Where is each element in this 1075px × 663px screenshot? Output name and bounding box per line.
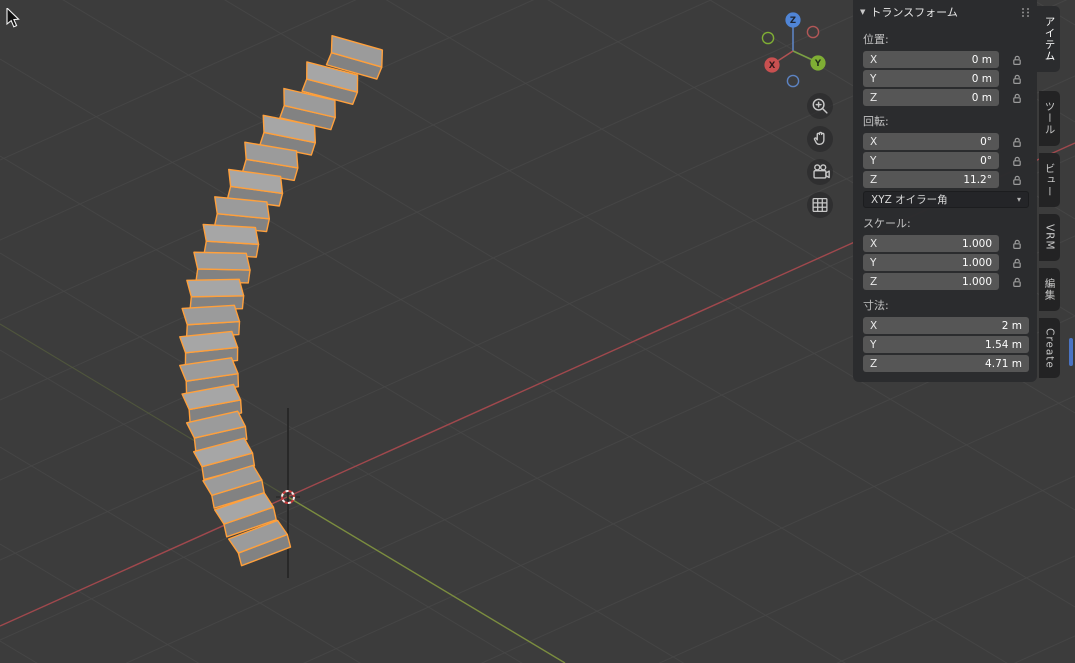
lock-icon[interactable] [1005, 172, 1029, 188]
dimensions-label: 寸法: [863, 299, 889, 312]
dimensions-y-row: Y 1.54 m [863, 336, 1029, 353]
gizmo-x-negative-ball[interactable] [806, 25, 820, 39]
transform-panel: ▼ トランスフォーム 位置: X 0 m Y 0 m Z 0 m 回転: X 0… [853, 0, 1037, 382]
scale-label: スケール: [863, 217, 911, 230]
scale-z-field[interactable]: Z 1.000 [863, 273, 999, 290]
scale-y-field[interactable]: Y 1.000 [863, 254, 999, 271]
field-value: 1.54 m [985, 338, 1022, 351]
field-value: 0 m [971, 91, 992, 104]
rotation-x-row: X 0° [863, 133, 1029, 150]
selected-object-stack[interactable] [179, 30, 388, 567]
panel-tab-strip: アイテム ツール ビュー VRM 編集 Create [1037, 0, 1075, 379]
lock-icon[interactable] [1005, 52, 1029, 68]
axis-letter: X [870, 237, 878, 250]
field-value: 1.000 [961, 256, 992, 269]
field-value: 0 m [971, 53, 992, 66]
field-value: 11.2° [963, 173, 992, 186]
rotation-label: 回転: [863, 115, 889, 128]
field-value: 0 m [971, 72, 992, 85]
rotation-y-field[interactable]: Y 0° [863, 152, 999, 169]
dimensions-x-row: X 2 m [863, 317, 1029, 334]
axis-letter: X [870, 135, 878, 148]
mouse-cursor [6, 8, 20, 28]
tab-view[interactable]: ビュー [1039, 152, 1060, 207]
lock-icon[interactable] [1005, 236, 1029, 252]
zoom-icon [812, 98, 828, 114]
tab-edit[interactable]: 編集 [1039, 267, 1060, 311]
gizmo-y-negative-ball[interactable] [761, 31, 775, 45]
rotation-z-field[interactable]: Z 11.2° [863, 171, 999, 188]
axis-letter: Z [870, 91, 878, 104]
rotation-mode-value: XYZ オイラー角 [871, 194, 948, 206]
lock-icon[interactable] [1005, 255, 1029, 271]
scrollbar-thumb[interactable] [1069, 338, 1073, 366]
collapse-chevron-icon[interactable]: ▼ [860, 8, 865, 16]
axis-letter: Y [870, 256, 877, 269]
lock-icon[interactable] [1005, 71, 1029, 87]
tab-tool[interactable]: ツール [1039, 91, 1060, 146]
field-value: 4.71 m [985, 357, 1022, 370]
chevron-down-icon: ▾ [1016, 194, 1021, 204]
field-value: 2 m [1001, 319, 1022, 332]
grid-ortho-button[interactable] [807, 192, 833, 218]
axis-letter: X [870, 53, 878, 66]
scale-y-row: Y 1.000 [863, 254, 1029, 271]
location-y-row: Y 0 m [863, 70, 1029, 87]
navigation-gizmo[interactable]: Z Y X [755, 6, 835, 92]
zoom-button[interactable] [807, 93, 833, 119]
scale-x-row: X 1.000 [863, 235, 1029, 252]
rotation-mode-dropdown[interactable]: XYZ オイラー角 ▾ [863, 191, 1029, 208]
axis-letter: Z [870, 357, 878, 370]
dimensions-x-field[interactable]: X 2 m [863, 317, 1029, 334]
dimensions-z-row: Z 4.71 m [863, 355, 1029, 372]
field-value: 0° [980, 135, 992, 148]
field-value: 1.000 [961, 237, 992, 250]
axis-letter: Y [870, 338, 877, 351]
axis-letter: Y [870, 154, 877, 167]
tab-item[interactable]: アイテム [1037, 6, 1060, 72]
viewport-tool-column [807, 93, 833, 218]
gizmo-y-label: Y [814, 59, 822, 69]
transform-panel-header[interactable]: ▼ トランスフォーム [853, 0, 1037, 24]
rotation-z-row: Z 11.2° [863, 171, 1029, 188]
pan-button[interactable] [807, 126, 833, 152]
lock-icon[interactable] [1005, 134, 1029, 150]
gizmo-x-label: X [769, 61, 776, 71]
location-label: 位置: [863, 33, 889, 46]
lock-icon[interactable] [1005, 274, 1029, 290]
tab-vrm[interactable]: VRM [1039, 214, 1060, 261]
grid-icon [812, 197, 828, 213]
scale-x-field[interactable]: X 1.000 [863, 235, 999, 252]
hand-pan-icon [813, 131, 825, 146]
rotation-x-field[interactable]: X 0° [863, 133, 999, 150]
gizmo-z-label: Z [790, 16, 796, 26]
axis-letter: Z [870, 173, 878, 186]
axis-letter: X [870, 319, 878, 332]
scale-z-row: Z 1.000 [863, 273, 1029, 290]
camera-icon [813, 164, 830, 179]
dimensions-z-field[interactable]: Z 4.71 m [863, 355, 1029, 372]
field-value: 0° [980, 154, 992, 167]
panel-grip-icon[interactable] [1021, 7, 1030, 18]
axis-letter: Z [870, 275, 878, 288]
y-axis-line-positive [287, 496, 566, 663]
axis-letter: Y [870, 72, 877, 85]
location-y-field[interactable]: Y 0 m [863, 70, 999, 87]
gizmo-z-negative-ball[interactable] [786, 74, 800, 88]
tab-create[interactable]: Create [1039, 317, 1060, 379]
location-z-field[interactable]: Z 0 m [863, 89, 999, 106]
panel-title: トランスフォーム [870, 6, 958, 19]
lock-icon[interactable] [1005, 153, 1029, 169]
lock-icon[interactable] [1005, 90, 1029, 106]
camera-view-button[interactable] [807, 159, 833, 185]
dimensions-y-field[interactable]: Y 1.54 m [863, 336, 1029, 353]
field-value: 1.000 [961, 275, 992, 288]
location-z-row: Z 0 m [863, 89, 1029, 106]
location-x-field[interactable]: X 0 m [863, 51, 999, 68]
location-x-row: X 0 m [863, 51, 1029, 68]
rotation-y-row: Y 0° [863, 152, 1029, 169]
